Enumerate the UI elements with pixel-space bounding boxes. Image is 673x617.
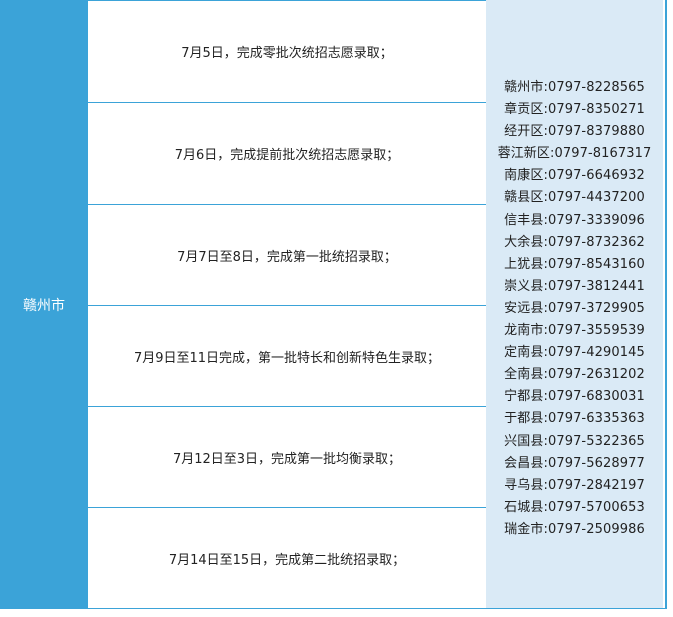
schedule-text: 7月12日至3日，完成第一批均衡录取； xyxy=(172,451,402,467)
phone-item: 瑞金市:0797-2509986 xyxy=(504,521,645,537)
phone-column: 赣州市:0797-8228565 章贡区:0797-8350271 经开区:07… xyxy=(486,0,663,609)
phone-item: 全南县:0797-2631202 xyxy=(504,367,645,383)
city-name: 赣州市 xyxy=(23,297,65,314)
phone-item: 安远县:0797-3729905 xyxy=(504,300,645,316)
schedule-row: 7月12日至3日，完成第一批均衡录取； xyxy=(88,407,486,508)
schedule-text: 7月7日至8日，完成第一批统招录取； xyxy=(177,249,397,265)
phone-item: 于都县:0797-6335363 xyxy=(504,411,645,427)
phone-item: 信丰县:0797-3339096 xyxy=(504,212,645,228)
phone-item: 会昌县:0797-5628977 xyxy=(504,455,645,471)
schedule-text: 7月14日至15日，完成第二批统招录取； xyxy=(168,553,406,568)
phone-item: 定南县:0797-4290145 xyxy=(504,345,645,361)
phone-item: 章贡区:0797-8350271 xyxy=(504,102,645,118)
admission-table: 赣州市 7月5日，完成零批次统招志愿录取； 7月6日，完成提前批次统招志愿录取；… xyxy=(0,0,667,609)
phone-item: 南康区:0797-6646932 xyxy=(504,168,645,184)
table-bottom-border xyxy=(0,608,665,609)
phone-item: 上犹县:0797-8543160 xyxy=(504,256,645,272)
phone-item: 兴国县:0797-5322365 xyxy=(504,433,645,449)
schedule-row: 7月9日至11日完成，第一批特长和创新特色生录取； xyxy=(88,306,486,407)
schedule-column: 7月5日，完成零批次统招志愿录取； 7月6日，完成提前批次统招志愿录取； 7月7… xyxy=(88,0,486,609)
schedule-row: 7月14日至15日，完成第二批统招录取； xyxy=(88,508,486,609)
phone-item: 经开区:0797-8379880 xyxy=(504,124,645,140)
schedule-text: 7月6日，完成提前批次统招志愿录取； xyxy=(174,148,400,163)
phone-item: 大余县:0797-8732362 xyxy=(504,234,645,250)
phone-list: 赣州市:0797-8228565 章贡区:0797-8350271 经开区:07… xyxy=(486,77,663,541)
schedule-text: 7月5日，完成零批次统招志愿录取； xyxy=(181,46,393,61)
city-column: 赣州市 xyxy=(0,0,88,609)
phone-item: 崇义县:0797-3812441 xyxy=(504,278,645,294)
schedule-row: 7月6日，完成提前批次统招志愿录取； xyxy=(88,103,486,205)
phone-item: 石城县:0797-5700653 xyxy=(504,499,645,515)
phone-item: 龙南市:0797-3559539 xyxy=(504,323,645,339)
phone-item: 寻乌县:0797-2842197 xyxy=(504,477,645,493)
schedule-row: 7月7日至8日，完成第一批统招录取； xyxy=(88,205,486,306)
schedule-text: 7月9日至11日完成，第一批特长和创新特色生录取； xyxy=(133,350,441,366)
phone-item: 蓉江新区:0797-8167317 xyxy=(497,146,652,162)
phone-item: 赣县区:0797-4437200 xyxy=(504,190,645,206)
schedule-row: 7月5日，完成零批次统招志愿录取； xyxy=(88,0,486,103)
phone-item: 赣州市:0797-8228565 xyxy=(504,80,645,95)
phone-item: 宁都县:0797-6830031 xyxy=(504,389,645,405)
